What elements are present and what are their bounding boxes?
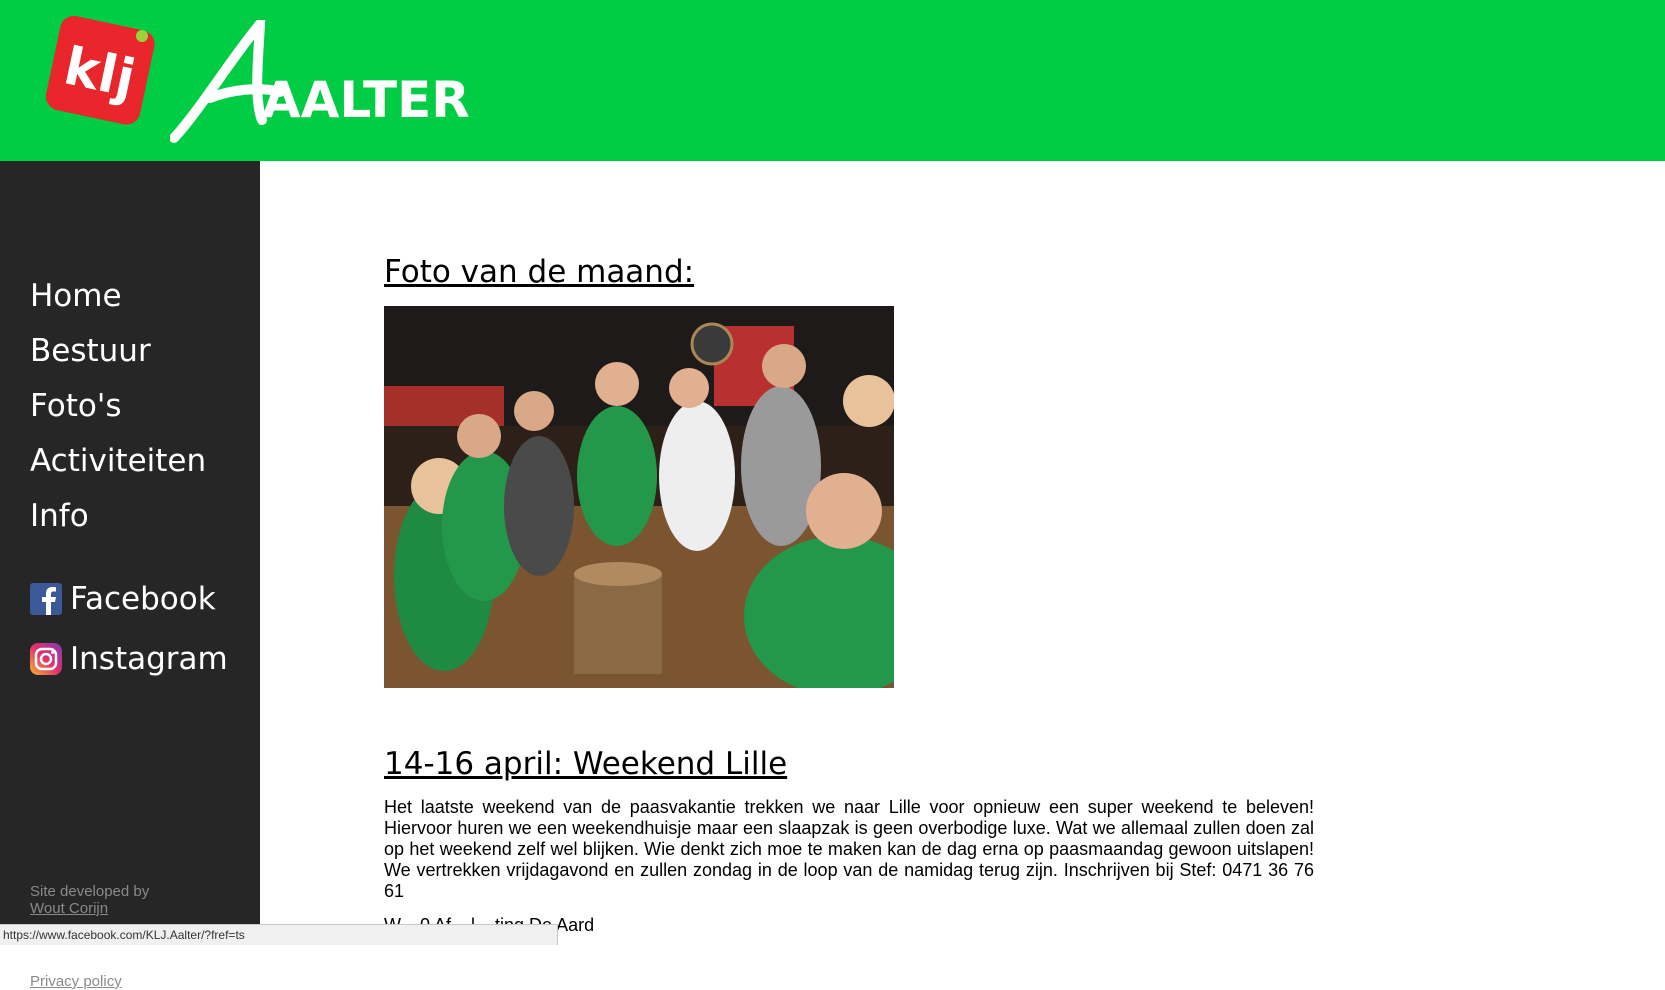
browser-status-bar: https://www.facebook.com/KLJ.Aalter/?fre… — [0, 924, 558, 945]
privacy-policy-link[interactable]: Privacy policy — [30, 973, 122, 990]
nav-home[interactable]: Home — [30, 278, 122, 314]
nav-activiteiten[interactable]: Activiteiten — [30, 443, 206, 479]
nav-bestuur[interactable]: Bestuur — [30, 333, 151, 369]
credit-text: Site developed by — [30, 883, 150, 900]
instagram-label: Instagram — [70, 641, 228, 677]
site-header: klj AALTER — [0, 0, 1665, 161]
facebook-link[interactable]: Facebook — [30, 581, 216, 617]
aalter-logo-text: AALTER — [262, 71, 470, 129]
nav-fotos[interactable]: Foto's — [30, 388, 122, 424]
photo-of-the-month — [384, 306, 894, 688]
klj-logo[interactable]: klj — [40, 14, 158, 128]
nav-info[interactable]: Info — [30, 498, 89, 534]
credit-author-link[interactable]: Wout Corijn — [30, 900, 149, 917]
event-description: Het laatste weekend van de paasvakantie … — [384, 797, 1314, 901]
event-heading: 14-16 april: Weekend Lille — [384, 746, 788, 782]
site-credit: Site developed by Wout Corijn — [30, 883, 149, 917]
instagram-icon — [30, 643, 62, 675]
photo-of-month-heading: Foto van de maand: — [384, 254, 695, 290]
sidebar: Home Bestuur Foto's Activiteiten Info Fa… — [0, 161, 260, 990]
instagram-link[interactable]: Instagram — [30, 641, 228, 677]
facebook-label: Facebook — [70, 581, 216, 617]
facebook-icon — [30, 583, 62, 615]
aalter-logo[interactable]: AALTER — [170, 20, 470, 145]
